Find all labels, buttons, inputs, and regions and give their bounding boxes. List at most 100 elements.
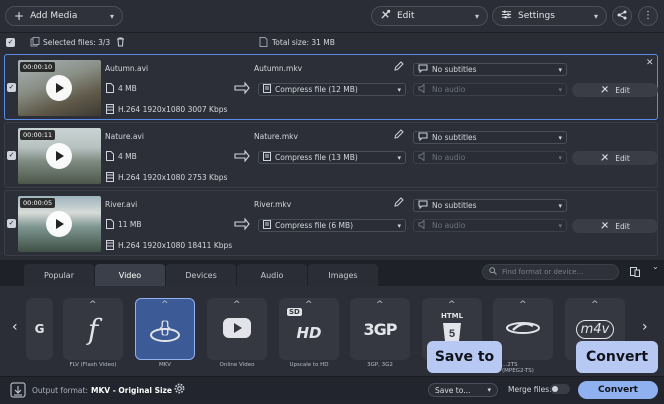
edit-file-button[interactable]: Edit [572,219,658,233]
edit-file-label: Edit [615,85,630,95]
file-row[interactable]: ✓ 00:00:11 Nature.avi 4 MB H.264 1920x10… [4,122,658,188]
tab-devices[interactable]: Devices [166,264,236,286]
subtitles-speech-icon [418,64,428,75]
speaker-muted-icon [418,219,428,231]
edit-file-button[interactable]: Edit [572,151,658,165]
format-category-tabs: Popular Video Devices Audio Images Find … [0,260,664,286]
file-checkbox[interactable]: ✓ [7,219,16,228]
bluray-logo-icon [505,318,541,340]
chevron-down-icon: ▾ [474,11,479,21]
sd-badge-icon: SD [287,308,302,316]
play-icon[interactable] [46,75,72,101]
video-thumbnail[interactable]: 00:00:10 [18,60,101,116]
file-name: Nature.avi [105,132,144,141]
audio-select[interactable]: No audio ▾ [413,151,567,164]
format-caption: ...2TS (MPEG2-TS) [502,362,534,374]
play-icon[interactable] [46,211,72,237]
remove-file-icon[interactable]: ✕ [646,58,654,68]
chevron-down-icon: ▾ [593,11,598,21]
format-options-arrow-icon[interactable]: ^ [161,300,169,310]
convert-arrow-icon [234,81,250,96]
carousel-next-icon[interactable]: › [642,319,648,335]
format-options-arrow-icon[interactable]: ^ [233,300,241,310]
file-size-icon [106,151,114,163]
edit-tools-icon [600,84,610,96]
select-all-checkbox[interactable]: ✓ [6,38,15,47]
file-list: ✓ 00:00:10 Autumn.avi 4 MB H.264 1920x10… [0,52,664,260]
file-row[interactable]: ✓ 00:00:10 Autumn.avi 4 MB H.264 1920x10… [4,54,658,120]
output-settings-gear-icon[interactable] [174,383,185,396]
tab-audio[interactable]: Audio [237,264,307,286]
rename-pencil-icon[interactable] [394,129,404,141]
format-options-arrow-icon[interactable]: ^ [519,300,527,310]
trash-icon[interactable] [116,37,125,49]
audio-select[interactable]: No audio ▾ [413,219,567,232]
video-thumbnail[interactable]: 00:00:11 [18,128,101,184]
edit-menu-button[interactable]: Edit ▾ [371,6,488,26]
chevron-down-icon: ▾ [397,85,401,94]
format-options-arrow-icon[interactable]: ^ [376,300,384,310]
edit-tools-icon [600,220,610,232]
tab-images[interactable]: Images [308,264,378,286]
edit-file-label: Edit [615,153,630,163]
compress-icon [263,84,271,95]
output-format-value[interactable]: MKV - Original Size [91,386,172,395]
convert-arrow-icon [234,149,250,164]
format-search-input[interactable]: Find format or device... [482,264,619,280]
search-placeholder: Find format or device... [502,268,584,276]
subtitles-select[interactable]: No subtitles ▾ [413,63,567,76]
file-checkbox[interactable]: ✓ [7,151,16,160]
device-detect-icon[interactable] [630,267,640,279]
format-options-arrow-icon[interactable]: ^ [591,300,599,310]
file-size: 4 MB [118,152,137,161]
audio-select[interactable]: No audio ▾ [413,83,567,96]
merge-files-toggle[interactable] [550,384,570,394]
edit-file-button[interactable]: Edit [572,83,658,97]
format-options-arrow-icon[interactable]: ^ [305,300,313,310]
play-icon[interactable] [46,143,72,169]
file-name: River.avi [105,200,138,209]
more-options-button[interactable]: ⋮ [638,6,658,26]
add-media-button[interactable]: + Add Media ▾ [5,6,123,26]
compress-select[interactable]: Compress file (12 MB) ▾ [258,83,406,96]
tab-popular[interactable]: Popular [24,264,94,286]
chevron-down-icon: ▾ [558,85,562,94]
compress-select[interactable]: Compress file (6 MB) ▾ [258,219,406,232]
collapse-panel-icon[interactable]: ⌄ [652,262,659,271]
subtitles-select[interactable]: No subtitles ▾ [413,199,567,212]
total-size: Total size: 31 MB [272,38,335,47]
tab-video[interactable]: Video [95,264,165,286]
file-checkbox[interactable]: ✓ [7,83,16,92]
chevron-down-icon: ▾ [558,201,562,210]
subtitles-speech-icon [418,200,428,211]
output-file-name: Nature.mkv [254,132,298,141]
output-folder-icon[interactable] [10,382,26,400]
video-thumbnail[interactable]: 00:00:05 [18,196,101,252]
format-g-partial[interactable]: G [26,298,53,360]
format-options-arrow-icon[interactable]: ^ [89,300,97,310]
selected-files-count: Selected files: 3/3 [43,38,111,47]
save-to-button[interactable]: Save to... ▾ [428,383,498,397]
share-icon [617,10,627,22]
files-icon [30,37,40,49]
duration-badge: 00:00:05 [20,198,56,208]
compress-select[interactable]: Compress file (13 MB) ▾ [258,151,406,164]
merge-files-label: Merge files: [508,385,552,394]
bottom-bar: Output format: MKV - Original Size Save … [0,376,664,404]
file-row[interactable]: ✓ 00:00:05 River.avi 11 MB H.264 1920x10… [4,190,658,256]
settings-menu-button[interactable]: Settings ▾ [492,6,607,26]
codec-info: H.264 1920x1080 2753 Kbps [118,173,228,182]
subtitles-select[interactable]: No subtitles ▾ [413,131,567,144]
format-options-arrow-icon[interactable]: ^ [448,300,456,310]
subtitles-speech-icon [418,132,428,143]
convert-button[interactable]: Convert [578,381,658,399]
rename-pencil-icon[interactable] [394,61,404,73]
rename-pencil-icon[interactable] [394,197,404,209]
plus-icon: + [14,9,25,23]
share-button[interactable] [612,6,632,26]
chevron-down-icon: ▾ [487,386,491,394]
play-logo-icon [222,317,252,341]
carousel-prev-icon[interactable]: ‹ [12,319,18,335]
convert-callout: Convert [576,341,658,373]
edit-tools-icon [600,152,610,164]
